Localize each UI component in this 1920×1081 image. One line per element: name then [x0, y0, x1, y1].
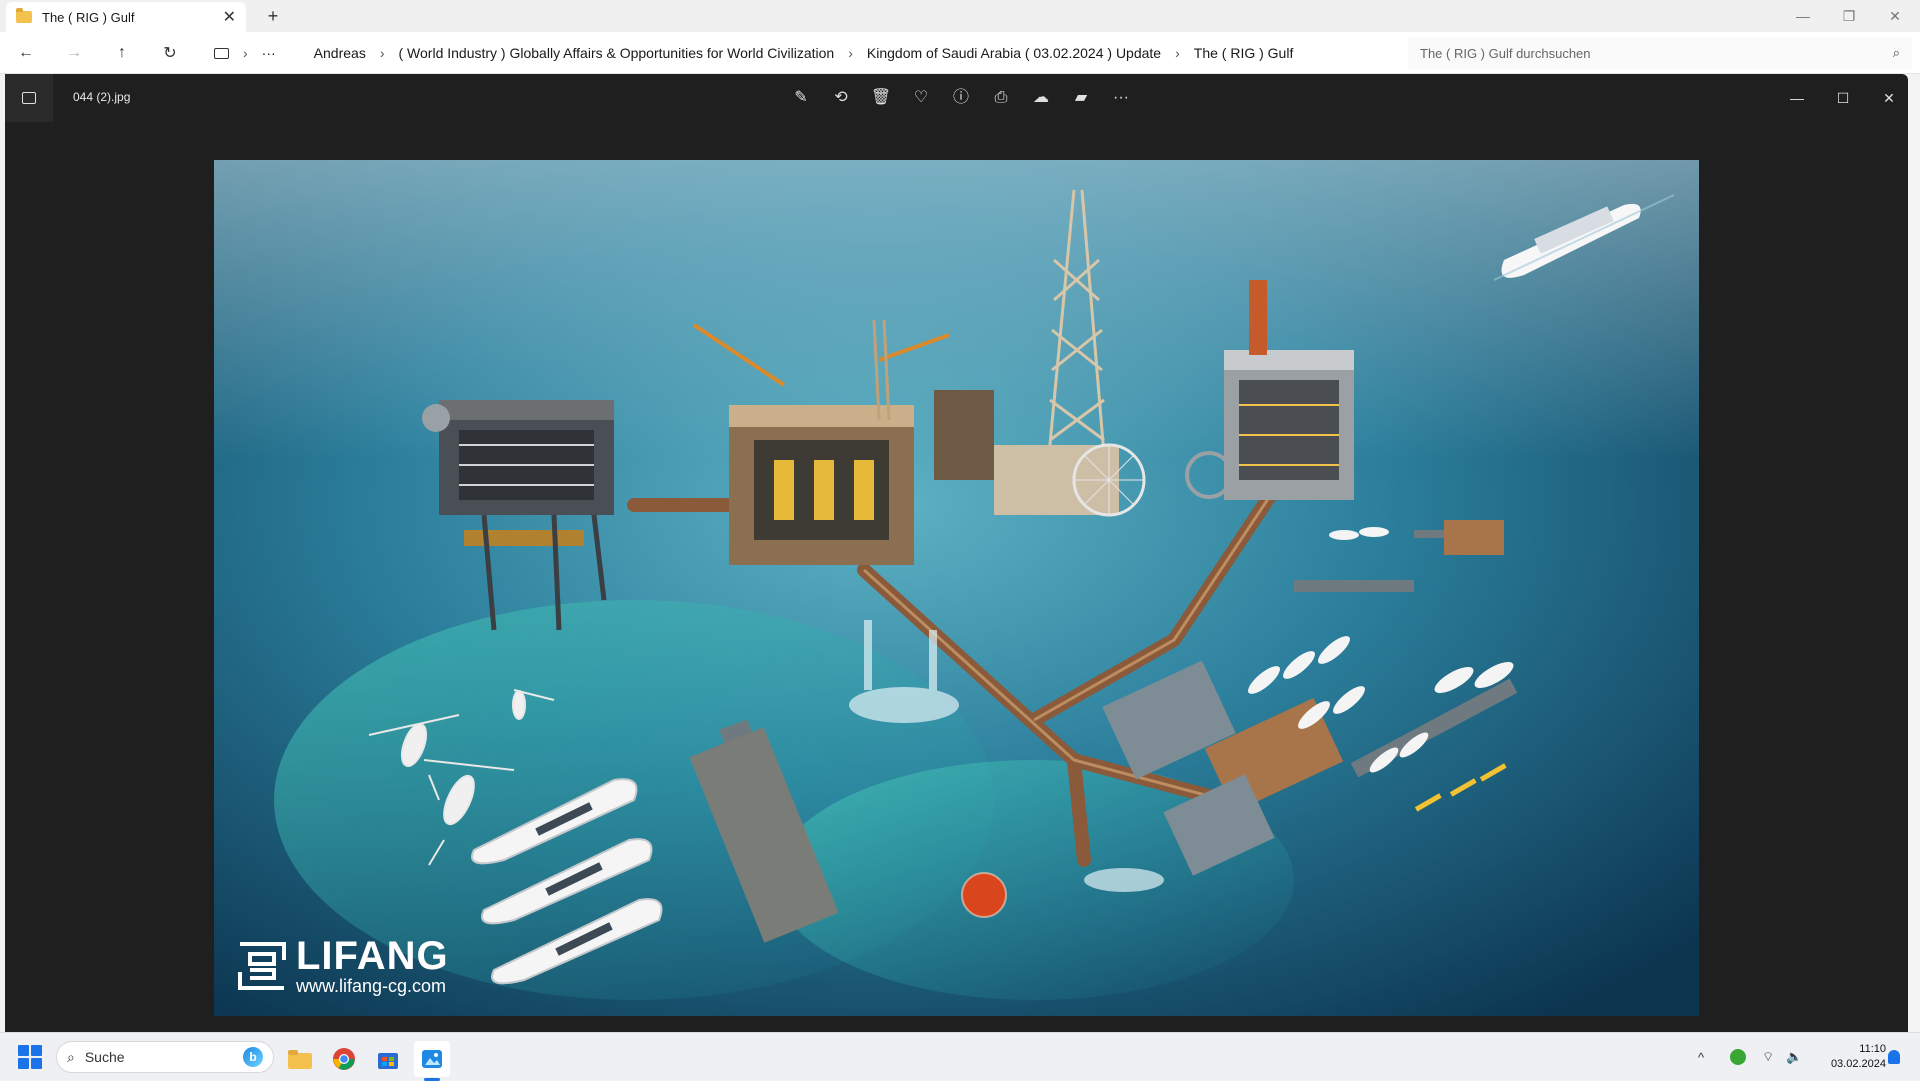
folder-icon [16, 8, 32, 23]
photo-viewer-window: 044 (2).jpg ✎ ⟲ 🗑 ♡ ⓘ ⎙ ☁ ▰ ··· — ☐ ✕ LI… [5, 74, 1908, 1032]
clipchamp-button[interactable]: ▰ [1065, 82, 1097, 114]
tab-title: The ( RIG ) Gulf [42, 9, 135, 25]
delete-icon: 🗑 [870, 89, 892, 106]
info-icon: ⓘ [952, 89, 969, 106]
start-button[interactable] [18, 1045, 42, 1069]
delete-button[interactable]: 🗑 [865, 82, 897, 114]
bing-icon[interactable]: b [243, 1047, 263, 1067]
store-taskbar-button[interactable] [370, 1041, 406, 1077]
explorer-maximize-button[interactable]: ❐ [1826, 0, 1872, 32]
rotate-button[interactable]: ⟲ [825, 82, 857, 114]
search-icon[interactable]: ⌕ [1893, 45, 1900, 61]
search-input[interactable]: The ( RIG ) Gulf durchsuchen ⌕ [1408, 37, 1912, 69]
favorite-icon: ♡ [913, 89, 929, 106]
viewer-title-bar: 044 (2).jpg ✎ ⟲ 🗑 ♡ ⓘ ⎙ ☁ ▰ ··· — ☐ ✕ [5, 74, 1908, 122]
photos-app-icon[interactable] [5, 74, 53, 122]
info-button[interactable]: ⓘ [945, 82, 977, 114]
edit-image-button[interactable]: ✎ [785, 82, 817, 114]
notification-bell-icon[interactable] [1888, 1033, 1900, 1081]
breadcrumb-separator[interactable]: › [380, 45, 385, 61]
watermark-url: www.lifang-cg.com [296, 976, 447, 996]
breadcrumb-separator[interactable]: › [848, 45, 853, 61]
back-button[interactable]: ← [12, 40, 40, 66]
viewer-close-button[interactable]: ✕ [1869, 84, 1909, 112]
chrome-taskbar-button[interactable] [326, 1041, 362, 1077]
folder-icon [288, 1050, 312, 1069]
viewer-maximize-button[interactable]: ☐ [1823, 84, 1863, 112]
onedrive-icon: ☁ [1033, 89, 1049, 106]
monitor-icon[interactable] [214, 47, 229, 59]
tab-the-rig-gulf[interactable]: The ( RIG ) Gulf ✕ [6, 2, 246, 32]
chrome-icon [333, 1048, 355, 1070]
more-options-button[interactable]: ··· [1105, 82, 1137, 114]
breadcrumb-item-andreas[interactable]: Andreas [314, 45, 366, 61]
rotate-icon: ⟲ [834, 89, 848, 106]
refresh-button[interactable]: ↻ [156, 40, 184, 66]
clock[interactable]: 11:10 03.02.2024 [1816, 1042, 1886, 1072]
lifang-logo [238, 942, 286, 990]
up-button[interactable]: ↑ [108, 40, 136, 66]
taskbar-search-input[interactable]: ⌕ Suche b [56, 1041, 274, 1073]
forward-button[interactable]: → [60, 40, 88, 66]
explorer-tab-bar: The ( RIG ) Gulf ✕ + — ❐ ✕ [0, 0, 1920, 32]
onedrive-button[interactable]: ☁ [1025, 82, 1057, 114]
new-tab-button[interactable]: + [260, 4, 286, 28]
breadcrumb-more-button[interactable]: ··· [262, 45, 276, 61]
photos-taskbar-button[interactable] [414, 1041, 450, 1077]
taskbar: ⌕ Suche b ^ ⌔ 🔈 11:10 03.02.2024 [0, 1032, 1920, 1081]
lifang-watermark: LIFANG www.lifang-cg.com [236, 936, 449, 996]
search-placeholder: The ( RIG ) Gulf durchsuchen [1420, 45, 1591, 61]
clock-time: 11:10 [1859, 1043, 1886, 1055]
watermark-brand: LIFANG [296, 934, 449, 978]
viewer-filename: 044 (2).jpg [73, 90, 131, 104]
print-icon: ⎙ [994, 89, 1008, 106]
explorer-minimize-button[interactable]: — [1780, 0, 1826, 32]
clipchamp-icon: ▰ [1074, 89, 1088, 106]
breadcrumb: › ··· Andreas › ( World Industry ) Globa… [200, 37, 1400, 69]
favorite-button[interactable]: ♡ [905, 82, 937, 114]
edit-image-icon: ✎ [794, 89, 808, 106]
viewer-toolbar: ✎ ⟲ 🗑 ♡ ⓘ ⎙ ☁ ▰ ··· [785, 82, 1137, 114]
breadcrumb-item-world-industry[interactable]: ( World Industry ) Globally Affairs & Op… [399, 45, 835, 61]
rig-rendering [214, 160, 1699, 1016]
clock-date: 03.02.2024 [1830, 1058, 1886, 1070]
store-icon [378, 1053, 398, 1069]
taskbar-search-label: Suche [84, 1049, 125, 1065]
volume-icon[interactable]: 🔈 [1786, 1033, 1802, 1081]
breadcrumb-separator[interactable]: › [1175, 45, 1180, 61]
wifi-icon[interactable]: ⌔ [1762, 1033, 1774, 1081]
print-button[interactable]: ⎙ [985, 82, 1017, 114]
file-explorer-taskbar-button[interactable] [282, 1041, 318, 1077]
breadcrumb-item-saudi-arabia[interactable]: Kingdom of Saudi Arabia ( 03.02.2024 ) U… [867, 45, 1161, 61]
breadcrumb-item-the-rig-gulf[interactable]: The ( RIG ) Gulf [1194, 45, 1294, 61]
breadcrumb-separator[interactable]: › [243, 45, 248, 61]
tab-close-button[interactable]: ✕ [223, 7, 236, 27]
security-icon[interactable] [1730, 1033, 1746, 1081]
explorer-close-button[interactable]: ✕ [1872, 0, 1918, 32]
photos-icon [422, 1050, 442, 1068]
address-bar: ← → ↑ ↻ › ··· Andreas › ( World Industry… [0, 32, 1920, 74]
tray-overflow-button[interactable]: ^ [1698, 1033, 1704, 1081]
search-icon: ⌕ [67, 1048, 75, 1065]
more-options-icon: ··· [1113, 89, 1129, 106]
displayed-image[interactable]: LIFANG www.lifang-cg.com [214, 160, 1699, 1016]
viewer-minimize-button[interactable]: — [1777, 84, 1817, 112]
